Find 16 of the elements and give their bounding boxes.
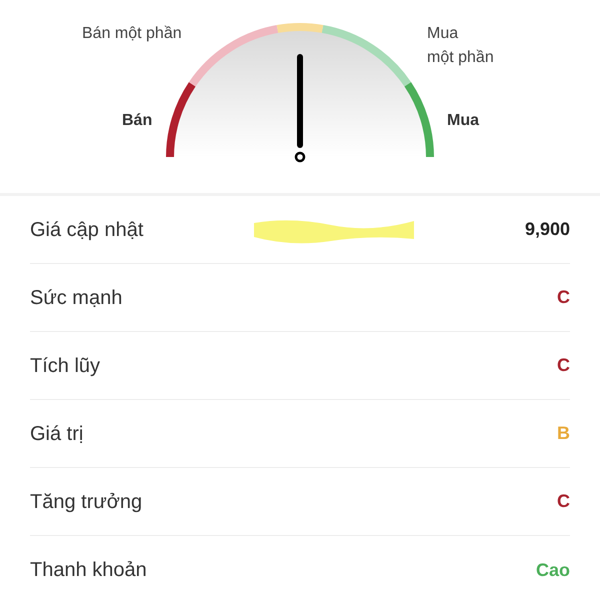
row-label: Tích lũy bbox=[30, 354, 100, 378]
row-value: 9,900 bbox=[524, 218, 570, 241]
row-value: B bbox=[557, 422, 570, 445]
gauge-label: Bán bbox=[122, 111, 152, 131]
row-label: Thanh khoản bbox=[30, 558, 147, 583]
row-label: Tăng trưởng bbox=[30, 490, 142, 514]
row-value: C bbox=[557, 286, 570, 309]
row-label: Giá trị bbox=[30, 422, 84, 446]
row-label: Sức mạnh bbox=[30, 286, 122, 310]
row-value: Cao bbox=[536, 558, 570, 582]
row-label: Giá cập nhật bbox=[30, 218, 144, 242]
gauge-label: Mua bbox=[447, 111, 479, 131]
gauge-label: Mua một phần bbox=[427, 24, 494, 68]
gauge-label: Bán một phần bbox=[82, 24, 182, 44]
row-value: C bbox=[557, 490, 570, 513]
row-value: C bbox=[557, 354, 570, 377]
